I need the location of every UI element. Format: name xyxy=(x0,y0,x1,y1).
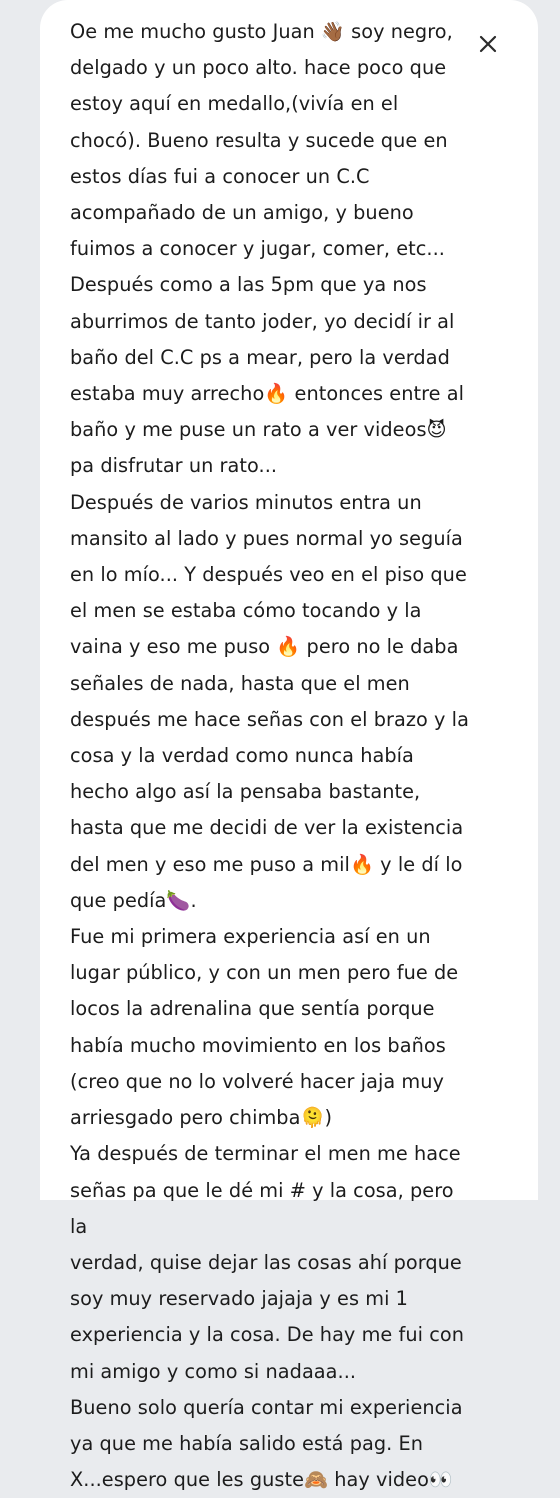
close-button[interactable] xyxy=(472,28,504,60)
close-icon xyxy=(479,35,497,53)
message-text: Oe me mucho gusto Juan 👋🏾 soy negro, del… xyxy=(70,20,469,1492)
message-dialog: Oe me mucho gusto Juan 👋🏾 soy negro, del… xyxy=(40,0,538,1491)
